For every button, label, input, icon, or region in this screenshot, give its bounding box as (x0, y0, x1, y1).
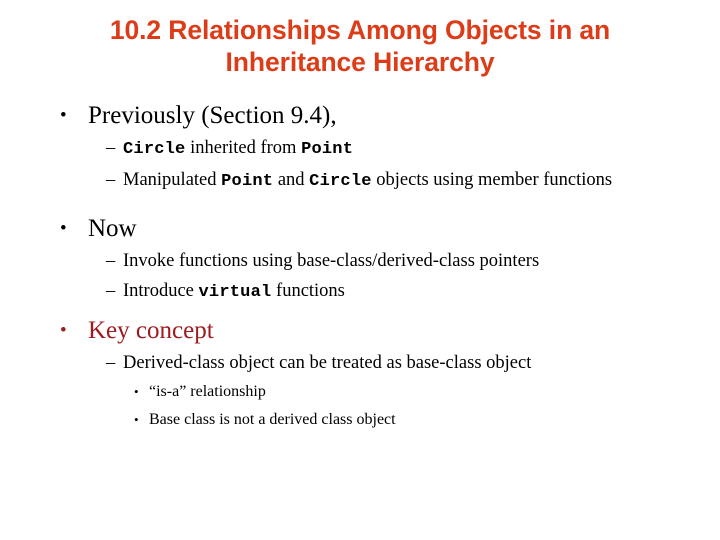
bullet-text: Invoke functions using base-class/derive… (123, 251, 540, 271)
code-identifier-circle: Circle (123, 140, 186, 159)
bullet-item-level2: – Derived-class object can be treated as… (0, 350, 720, 376)
bullet-text-run: Introduce (123, 281, 199, 301)
bullet-text-run: and (273, 170, 310, 190)
bullet-glyph-level1: • (60, 105, 67, 126)
bullet-glyph-level3: • (134, 384, 139, 399)
bullet-item-level3: • “is-a” relationship (0, 380, 720, 404)
bullet-glyph-level2: – (106, 138, 116, 158)
code-identifier-circle: Circle (309, 172, 372, 191)
bullet-text: Previously (Section 9.4), (88, 102, 337, 129)
bullet-glyph-level1: • (60, 218, 67, 239)
bullet-text-run: inherited from (185, 138, 302, 158)
bullet-item-level2: – Manipulated Point and Circle objects u… (0, 167, 720, 195)
bullet-glyph-level3: • (134, 412, 139, 427)
slide-body: • Previously (Section 9.4), – Circle inh… (0, 100, 720, 432)
bullet-item-level1-key-concept: • Key concept (0, 315, 720, 346)
bullet-text: Now (88, 215, 137, 242)
bullet-text-run: functions (271, 281, 345, 301)
bullet-glyph-level2: – (106, 281, 116, 301)
bullet-text: Circle inherited from Point (123, 135, 720, 163)
bullet-text: Derived-class object can be treated as b… (123, 353, 532, 373)
code-keyword-virtual: virtual (198, 283, 272, 302)
bullet-glyph-level2: – (106, 251, 116, 271)
bullet-glyph-level2: – (106, 353, 116, 373)
bullet-item-level2: – Circle inherited from Point (0, 135, 720, 163)
code-identifier-point: Point (221, 172, 274, 191)
bullet-text: Manipulated Point and Circle objects usi… (123, 167, 720, 195)
bullet-item-level1: • Previously (Section 9.4), (0, 100, 720, 131)
bullet-glyph-level2: – (106, 170, 116, 190)
slide-title: 10.2 Relationships Among Objects in an I… (109, 15, 611, 77)
bullet-item-level2: – Introduce virtual functions (0, 278, 720, 306)
bullet-glyph-level1: • (60, 320, 67, 341)
bullet-item-level1: • Now (0, 213, 720, 244)
code-identifier-point: Point (301, 140, 354, 159)
bullet-item-level2: – Invoke functions using base-class/deri… (0, 248, 720, 274)
bullet-item-level3: • Base class is not a derived class obje… (0, 408, 720, 432)
bullet-text-run: Manipulated (123, 170, 222, 190)
bullet-text: Key concept (88, 317, 214, 344)
bullet-text: Base class is not a derived class object (149, 411, 396, 428)
bullet-text: Introduce virtual functions (123, 278, 720, 306)
bullet-text-run: objects using member functions (371, 170, 613, 190)
slide-canvas: 10.2 Relationships Among Objects in an I… (0, 0, 720, 540)
bullet-text: “is-a” relationship (149, 383, 266, 400)
